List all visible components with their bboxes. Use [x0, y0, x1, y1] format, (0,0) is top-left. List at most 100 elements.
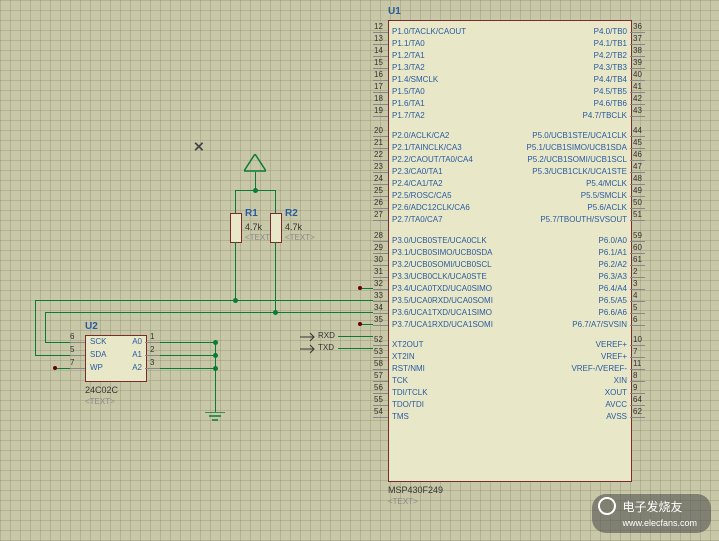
rxd-arrow-icon [300, 332, 316, 342]
pin-label: P6.6/A6 [599, 308, 627, 317]
pin-label: P6.7/A7/SVSIN [572, 320, 627, 329]
pin-number: 14 [374, 46, 383, 55]
pin-label: P1.0/TACLK/CAOUT [392, 27, 466, 36]
pin-number: 54 [374, 407, 383, 416]
pin-number: 45 [633, 138, 642, 147]
pin-number: 58 [374, 359, 383, 368]
pin-number: 42 [633, 94, 642, 103]
pin-label: P1.4/SMCLK [392, 75, 438, 84]
pin-label: P1.7/TA2 [392, 111, 425, 120]
rxd-label: RXD [318, 331, 335, 340]
pin-label: RST/NMI [392, 364, 425, 373]
pin-label: P4.0/TB0 [594, 27, 627, 36]
pin-number: 48 [633, 174, 642, 183]
r2-body[interactable] [270, 213, 282, 243]
pin-number: 51 [633, 210, 642, 219]
pin-label: P2.2/CAOUT/TA0/CA4 [392, 155, 473, 164]
pin-number: 22 [374, 150, 383, 159]
pin-label: P6.0/A0 [599, 236, 627, 245]
pin-number: 24 [374, 174, 383, 183]
watermark: 电子发烧友 www.elecfans.com [592, 494, 711, 533]
pin-label: P2.1/TAINCLK/CA3 [392, 143, 462, 152]
pin-label: P3.2/UCB0SOMI/UCB0SCL [392, 260, 492, 269]
pin-number: 56 [374, 383, 383, 392]
pin-label: VREF-/VEREF- [571, 364, 627, 373]
pin-number: 49 [633, 186, 642, 195]
pin-label: P2.5/ROSC/CA5 [392, 191, 452, 200]
pin-number: 11 [633, 359, 641, 368]
pin-number: 41 [633, 82, 642, 91]
pin-number: 2 [633, 267, 637, 276]
pin-label: P2.7/TA0/CA7 [392, 215, 443, 224]
pin-label: P6.2/A2 [599, 260, 627, 269]
pin-label: P5.6/ACLK [587, 203, 627, 212]
pin-label: P6.4/A4 [599, 284, 627, 293]
pin-label: P3.4/UCA0TXD/UCA0SIMO [392, 284, 492, 293]
r2-text-placeholder: <TEXT> [285, 233, 315, 242]
pin-number: 61 [633, 255, 642, 264]
pin-number: 18 [374, 94, 383, 103]
pin-number: 39 [633, 58, 642, 67]
watermark-url: www.elecfans.com [622, 518, 697, 528]
pin-label: P2.3/CA0/TA1 [392, 167, 443, 176]
pin-number: 60 [633, 243, 642, 252]
pin-number: 53 [374, 347, 383, 356]
pin-number: 9 [633, 383, 637, 392]
pin-label: P5.4/MCLK [586, 179, 627, 188]
pin-label: P3.3/UCB0CLK/UCA0STE [392, 272, 487, 281]
pin-label: TDO/TDI [392, 400, 424, 409]
pin-number: 21 [374, 138, 383, 147]
pin-label: P2.4/CA1/TA2 [392, 179, 443, 188]
pin-number: 37 [633, 34, 642, 43]
pin-label: P6.1/A1 [599, 248, 627, 257]
pin-number: 26 [374, 198, 383, 207]
pin-label: P4.4/TB4 [594, 75, 627, 84]
pin-number: 3 [633, 279, 637, 288]
pin-number: 30 [374, 255, 383, 264]
txd-label: TXD [318, 343, 334, 352]
pin-label: P4.1/TB1 [594, 39, 627, 48]
pin-number: 64 [633, 395, 642, 404]
pin-number: 13 [374, 34, 383, 43]
pin-label: P3.0/UCB0STE/UCA0CLK [392, 236, 487, 245]
pin-number: 44 [633, 126, 642, 135]
schematic-canvas: ⨯ U1 12P1.0/TACLK/CAOUT13P1.1/TA014P1.2/… [0, 0, 719, 541]
pin-number: 8 [633, 371, 637, 380]
pin-label: P3.7/UCA1RXD/UCA1SOMI [392, 320, 493, 329]
pin-number: 35 [374, 315, 383, 324]
pin-number: 38 [633, 46, 642, 55]
u2-ref: U2 [85, 321, 98, 332]
pin-number: 43 [633, 106, 642, 115]
pin-label: XOUT [605, 388, 627, 397]
pin-number: 62 [633, 407, 642, 416]
pin-label: P1.5/TA0 [392, 87, 425, 96]
pin-number: 29 [374, 243, 383, 252]
pin-label: P1.2/TA1 [392, 51, 425, 60]
r1-value: 4.7k [245, 222, 262, 232]
pin-number: 27 [374, 210, 383, 219]
u1-text-placeholder: <TEXT> [388, 497, 418, 506]
pin-label: P4.6/TB6 [594, 99, 627, 108]
cursor-crosshair: ⨯ [193, 138, 205, 155]
u1-part: MSP430F249 [388, 485, 443, 495]
pin-label: P6.3/A3 [599, 272, 627, 281]
pin-number: 50 [633, 198, 642, 207]
pin-label: TCK [392, 376, 408, 385]
pin-number: 16 [374, 70, 383, 79]
pin-number: 5 [633, 303, 637, 312]
pin-label: AVCC [605, 400, 627, 409]
pin-label: TDI/TCLK [392, 388, 428, 397]
pin-number: 15 [374, 58, 383, 67]
watermark-brand: 电子发烧友 [622, 500, 682, 514]
pin-number: 33 [374, 291, 383, 300]
pin-label: P5.7/TBOUTH/SVSOUT [540, 215, 627, 224]
pin-label: P1.1/TA0 [392, 39, 425, 48]
pin-label: VEREF+ [596, 340, 627, 349]
pin-label: P3.5/UCA0RXD/UCA0SOMI [392, 296, 493, 305]
pin-label: P1.3/TA2 [392, 63, 425, 72]
pin-number: 4 [633, 291, 637, 300]
pin-number: 28 [374, 231, 383, 240]
pin-number: 31 [374, 267, 383, 276]
r1-body[interactable] [230, 213, 242, 243]
pin-label: P5.1/UCB1SIMO/UCB1SDA [527, 143, 627, 152]
